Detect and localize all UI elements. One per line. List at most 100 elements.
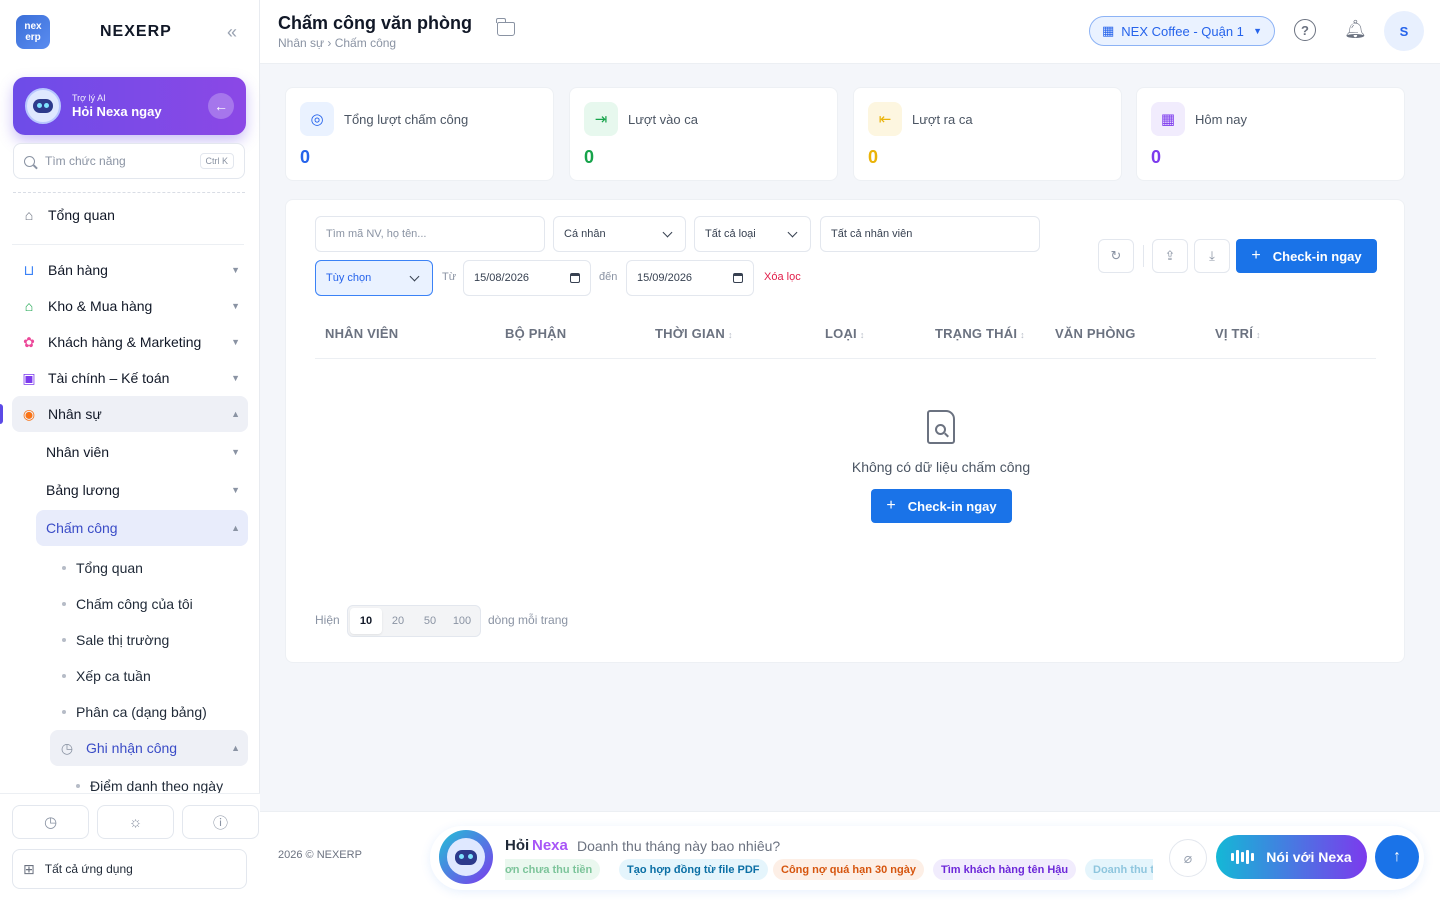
logo-row: nex erp NEXERP « [0, 0, 259, 64]
employee-search-input[interactable]: Tìm mã NV, họ tên... [315, 216, 545, 252]
column-header-status[interactable]: TRẠNG THÁI ↕ [935, 326, 1025, 341]
column-header-employee[interactable]: NHÂN VIÊN [325, 326, 398, 341]
suggestion-chip[interactable]: Tìm khách hàng tên Hậu [933, 859, 1077, 880]
ai-assistant-card[interactable]: Trợ lý AI Hỏi Nexa ngay ← [13, 77, 246, 135]
sidebar-item-payroll[interactable]: Bảng lương ▼ [36, 472, 248, 508]
sort-icon[interactable]: ↕ [728, 330, 733, 340]
send-button[interactable]: ↑ [1375, 835, 1419, 879]
calendar-icon: ▦ [1151, 102, 1185, 136]
to-date-value: 15/09/2026 [637, 272, 693, 284]
store-icon: ▦ [1102, 23, 1115, 38]
suggestion-chip[interactable]: Tạo hợp đồng từ file PDF [619, 859, 768, 880]
attach-button[interactable]: ⌀ [1169, 839, 1207, 877]
login-icon: ⇥ [584, 102, 618, 136]
sidebar-item-finance[interactable]: ▣ Tài chính – Kế toán ▼ [12, 360, 248, 396]
function-search-placeholder: Tìm chức năng [45, 154, 126, 168]
sidebar-item-sales[interactable]: ⊔ Bán hàng ▼ [12, 252, 248, 288]
to-date-input[interactable]: 15/09/2026 [626, 260, 754, 296]
sidebar-item-inventory[interactable]: ⌂ Kho & Mua hàng ▼ [12, 288, 248, 324]
refresh-button[interactable]: ↻ [1098, 239, 1134, 273]
sidebar-item-record-attendance[interactable]: ◷ Ghi nhận công ▲ [50, 730, 248, 766]
scope-select[interactable]: Cá nhân [553, 216, 686, 252]
upload-button[interactable]: ⇪ [1152, 239, 1188, 273]
sort-icon[interactable]: ↕ [1020, 330, 1025, 340]
sidebar-item-customers[interactable]: ✿ Khách hàng & Marketing ▼ [12, 324, 248, 360]
page-size-suffix: dòng mỗi trang [488, 613, 569, 627]
brand-name: NEXERP [100, 23, 172, 40]
sidebar-item-employees[interactable]: Nhân viên ▼ [36, 434, 248, 470]
stat-label: Hôm nay [1195, 112, 1248, 127]
column-header-type[interactable]: LOẠI ↕ [825, 326, 865, 341]
sidebar-item-label: Bảng lương [46, 482, 120, 498]
clock-icon: ◷ [60, 739, 74, 756]
calendar-icon[interactable] [733, 273, 743, 283]
from-date-input[interactable]: 15/08/2026 [463, 260, 591, 296]
talk-to-nexa-button[interactable]: Nói với Nexa [1216, 835, 1367, 879]
checkin-now-label: Check-in ngay [907, 498, 997, 514]
sidebar-item-attendance-overview[interactable]: Tổng quan [50, 550, 248, 586]
suggestion-chip[interactable]: Đơn chưa thu tiền [505, 859, 601, 880]
column-header-location[interactable]: VỊ TRÍ ↕ [1215, 326, 1261, 341]
branch-selector[interactable]: ▦ NEX Coffee - Quận 1 ▼ [1089, 16, 1275, 46]
date-range-select[interactable]: Tùy chọn [315, 260, 433, 296]
sidebar-item-weekly-shifts[interactable]: Xếp ca tuần [50, 658, 248, 694]
column-header-time[interactable]: THỜI GIAN ↕ [655, 326, 733, 341]
page-size-option[interactable]: 50 [414, 608, 446, 634]
empty-checkin-button[interactable]: + Check-in ngay [871, 489, 1012, 523]
type-select-value: Tất cả loại [705, 228, 756, 240]
sidebar-item-my-attendance[interactable]: Chấm công của tôi [50, 586, 248, 622]
sidebar-item-overview[interactable]: ⌂ Tổng quan [12, 197, 248, 233]
page-size-option[interactable]: 10 [350, 608, 382, 634]
chevron-down-icon: ▼ [231, 485, 240, 495]
help-icon[interactable]: ? [1294, 19, 1316, 41]
report-issue-button[interactable]: ⓘ [182, 805, 259, 839]
breadcrumb[interactable]: Nhân sự › Chấm công [278, 36, 396, 50]
checkin-now-button[interactable]: + Check-in ngay [1236, 239, 1377, 273]
all-apps-button[interactable]: ⊞ Tất cả ứng dụng [12, 849, 247, 889]
theme-toggle-button[interactable]: ☼ [97, 805, 174, 839]
sort-icon[interactable]: ↕ [1256, 330, 1261, 340]
sidebar-item-attendance[interactable]: Chấm công ▲ [36, 510, 248, 546]
sidebar-item-shift-table[interactable]: Phân ca (dạng bảng) [50, 694, 248, 730]
function-search-input[interactable]: Tìm chức năng Ctrl K [13, 143, 245, 179]
suggestion-chip[interactable]: Doanh thu tháng [1085, 859, 1153, 880]
nexa-prompt-label: Hỏi [505, 837, 530, 854]
bell-icon[interactable]: 🔔︎ [1344, 19, 1367, 40]
branch-label: NEX Coffee - Quận 1 [1121, 23, 1244, 39]
refresh-icon: ↻ [1110, 248, 1122, 263]
download-button[interactable]: ⤓ [1194, 239, 1230, 273]
divider [12, 244, 244, 245]
page-size-selector: 10 20 50 100 [347, 605, 481, 637]
from-date-value: 15/08/2026 [474, 272, 530, 284]
page-size-label: Hiện [315, 613, 340, 627]
column-header-office[interactable]: VĂN PHÒNG [1055, 326, 1136, 341]
collapse-sidebar-icon[interactable]: « [227, 22, 237, 43]
page-size-option[interactable]: 100 [446, 608, 478, 634]
sidebar-item-field-sales[interactable]: Sale thị trường [50, 622, 248, 658]
type-select[interactable]: Tất cả loại [694, 216, 811, 252]
sidebar-item-daily-roll-call[interactable]: Điểm danh theo ngày [64, 768, 248, 793]
calendar-icon[interactable] [570, 273, 580, 283]
arrow-left-icon[interactable]: ← [208, 93, 234, 119]
column-header-department[interactable]: BỘ PHẬN [505, 326, 566, 341]
soundwave-icon [1231, 850, 1256, 864]
folder-icon[interactable] [496, 18, 515, 36]
stat-card-checkin: ⇥ Lượt vào ca 0 [569, 87, 838, 181]
sidebar-item-label: Chấm công [46, 520, 118, 536]
sort-icon[interactable]: ↕ [860, 330, 865, 340]
talk-to-nexa-label: Nói với Nexa [1266, 849, 1352, 865]
clear-filter-link[interactable]: Xóa lọc [764, 271, 801, 283]
chevron-up-icon: ▲ [231, 523, 240, 533]
brand-logo[interactable]: nex erp [16, 15, 50, 49]
nexa-question-input[interactable]: Doanh thu tháng này bao nhiêu? [577, 838, 780, 854]
cart-icon: ⊔ [23, 261, 35, 278]
user-avatar[interactable]: S [1384, 11, 1424, 51]
suggestion-chip[interactable]: Công nợ quá hạn 30 ngày [773, 859, 924, 880]
sidebar-item-hr[interactable]: ◉ Nhân sự ▲ [12, 396, 248, 432]
history-button[interactable]: ◷ [12, 805, 89, 839]
employee-filter-select[interactable]: Tất cả nhân viên [820, 216, 1040, 252]
page-size-option[interactable]: 20 [382, 608, 414, 634]
robot-avatar-icon[interactable] [439, 830, 493, 884]
alert-icon: ⓘ [212, 814, 228, 832]
checkin-now-label: Check-in ngay [1272, 248, 1362, 264]
